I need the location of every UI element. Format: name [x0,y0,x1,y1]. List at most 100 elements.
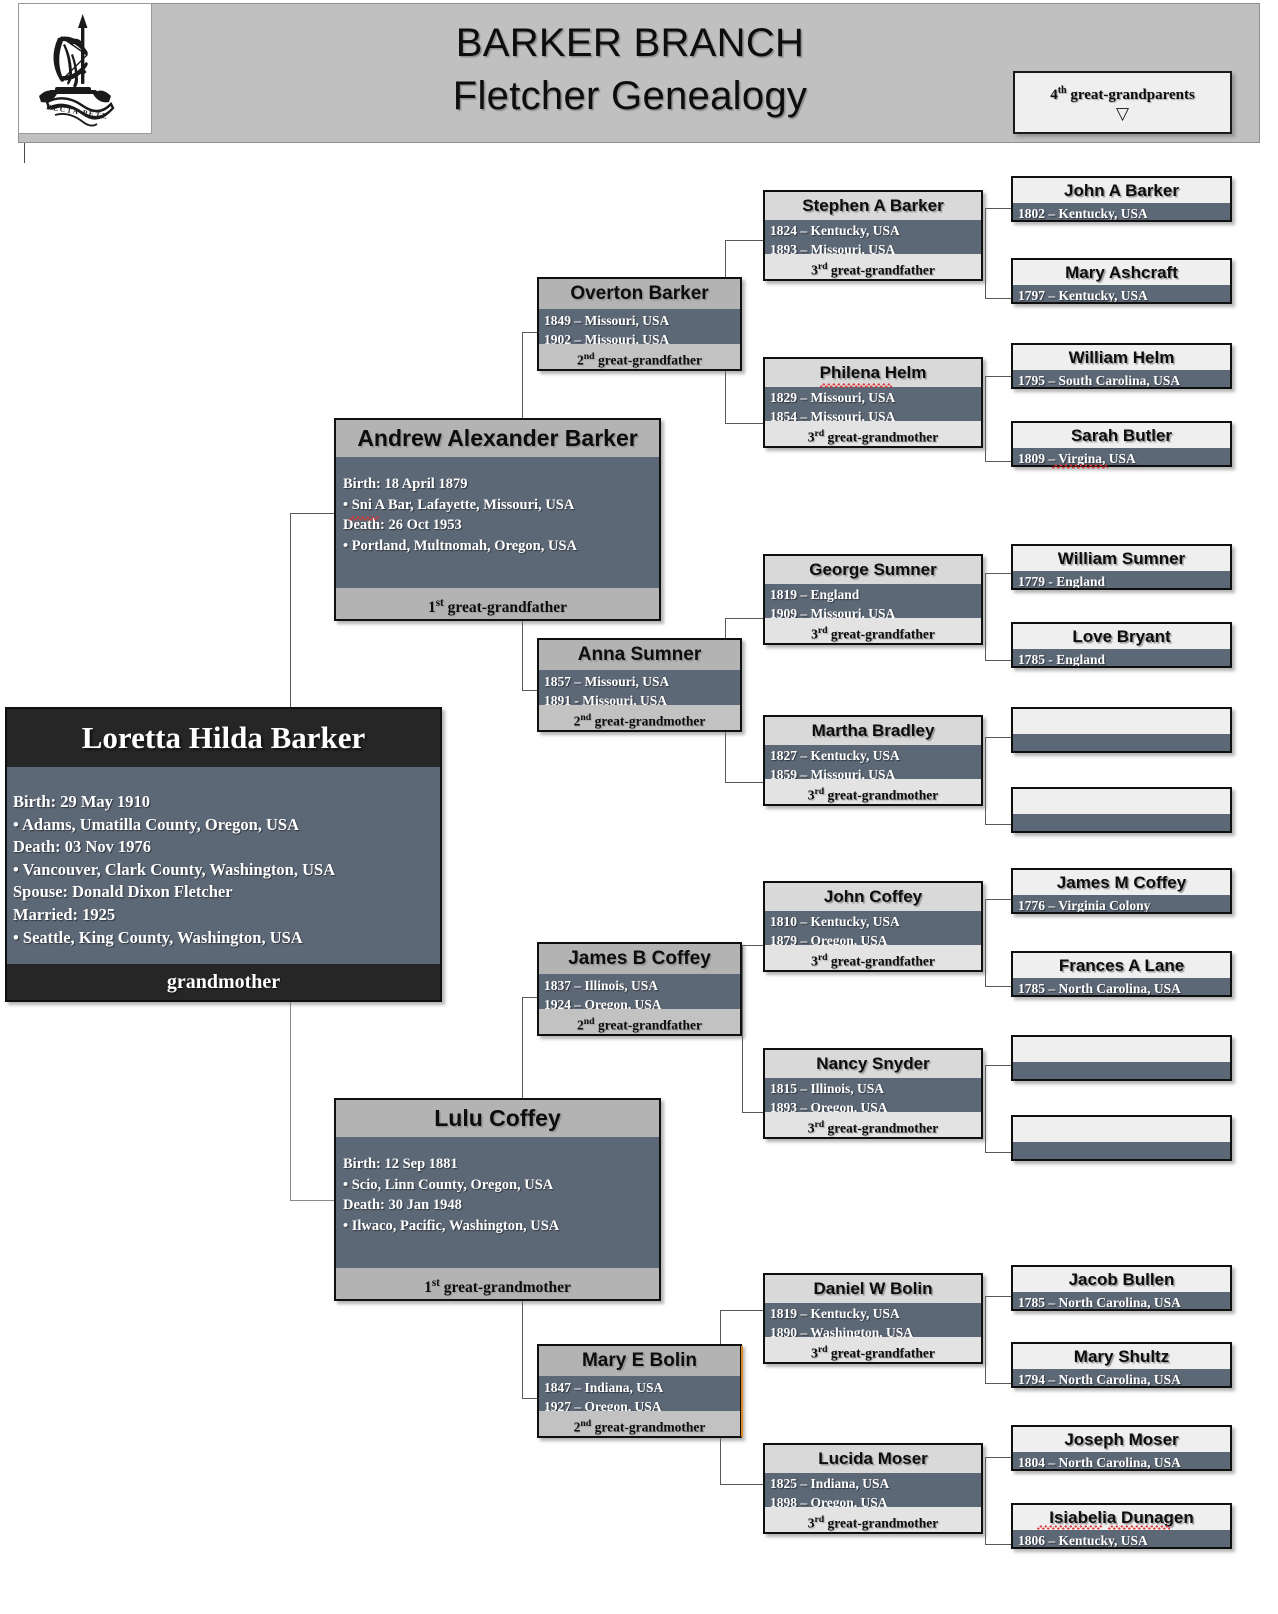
person-name: George Sumner [765,556,981,584]
birth-line: 1779 - England [1018,574,1106,589]
person-card-empty-3[interactable] [1011,1035,1232,1081]
birth-place: • Scio, Linn County, Oregon, USA [343,1176,554,1193]
generation-legend[interactable]: 4th great-grandparents ▽ [1013,71,1232,134]
title-line-2: Fletcher Genealogy [452,74,808,118]
person-details: 1837 – Illinois, USA 1924 – Oregon, USA [539,974,740,1014]
person-name: Jacob Bullen [1013,1267,1230,1292]
connector-overton-father-h [725,240,765,241]
archer-crest-icon: RECTA PETE [39,13,115,126]
birth-label: Birth: 12 Sep 1881 [343,1156,458,1172]
connector-daniel-mother-h [985,1383,1013,1384]
person-card-love-bryant[interactable]: Love Bryant 1785 - England [1011,622,1232,668]
person-card-stephen-a-barker[interactable]: Stephen A Barker 1824 – Kentucky, USA 18… [763,190,983,281]
connector-martha-father-h [985,737,1013,738]
spouse-label: Spouse: Donald Dixon Fletcher [13,882,233,902]
birth-line: 1785 – North Carolina, USA [1018,981,1181,996]
chevron-down-icon[interactable]: ▽ [1116,105,1129,122]
person-card-sarah-butler[interactable]: Sarah Butler 1809 – Virgina, USA [1011,421,1232,467]
relationship-label: 3rd great-grandfather [765,254,981,279]
death-place: • Vancouver, Clark County, Washington, U… [13,859,336,879]
person-card-frances-a-lane[interactable]: Frances A Lane 1785 – North Carolina, US… [1011,951,1232,997]
relationship-label: 2nd great-grandfather [539,344,740,369]
connector-george-mother-h [985,660,1013,661]
person-name: Overton Barker [539,279,740,309]
person-card-subject[interactable]: Loretta Hilda Barker Birth: 29 May 1910 … [5,707,442,1002]
connector-subject-mother-h [290,1200,336,1201]
connector-george-trunk-v [985,573,986,661]
person-details: 1847 – Indiana, USA 1927 – Oregon, USA [539,1376,740,1416]
person-card-james-m-coffey[interactable]: James M Coffey 1776 – Virginia Colony [1011,868,1232,914]
person-card-mary-e-bolin[interactable]: Mary E Bolin 1847 – Indiana, USA 1927 – … [537,1344,742,1438]
birth-line: 1802 – Kentucky, USA [1018,206,1148,221]
relationship-label: 3rd great-grandfather [765,618,981,643]
person-card-george-sumner[interactable]: George Sumner 1819 – England 1909 – Miss… [763,554,983,645]
person-name: Andrew Alexander Barker [336,420,659,457]
connector-philena-trunk-v [985,376,986,462]
birth-place: • Adams, Umatilla County, Oregon, USA [13,814,300,834]
spellcheck-underline-philena [820,383,892,388]
person-name: James M Coffey [1013,870,1230,895]
birth-place: • Sni A Bar, Lafayette, Missouri, USA [343,496,575,513]
connector-jamesb-trunk-v [742,945,743,1113]
person-name: Mary Ashcraft [1013,260,1230,285]
married-label: Married: 1925 [13,904,116,924]
person-name: James B Coffey [539,944,740,974]
person-card-lucida-moser[interactable]: Lucida Moser 1825 – Indiana, USA 1898 – … [763,1443,983,1534]
person-name: Daniel W Bolin [765,1275,981,1303]
birth-line [1013,1062,1230,1079]
person-card-martha-bradley[interactable]: Martha Bradley 1827 – Kentucky, USA 1859… [763,715,983,806]
connector-philena-mother-h [985,461,1013,462]
person-card-daniel-w-bolin[interactable]: Daniel W Bolin 1819 – Kentucky, USA 1890… [763,1273,983,1364]
connector-lucida-trunk-v [985,1457,986,1545]
person-card-empty-4[interactable] [1011,1115,1232,1161]
person-card-james-b-coffey[interactable]: James B Coffey 1837 – Illinois, USA 1924… [537,942,742,1036]
connector-johncoffey-trunk-v [985,899,986,987]
connector-stephen-mother-h [985,298,1013,299]
chart-title: BARKER BRANCH Fletcher Genealogy [300,6,960,134]
person-card-jacob-bullen[interactable]: Jacob Bullen 1785 – North Carolina, USA [1011,1265,1232,1311]
person-card-empty-1[interactable] [1011,707,1232,753]
person-card-andrew-alexander-barker[interactable]: Andrew Alexander Barker Birth: 18 April … [334,418,661,621]
person-details: 1849 – Missouri, USA 1902 – Missouri, US… [539,309,740,349]
person-card-john-coffey[interactable]: John Coffey 1810 – Kentucky, USA 1879 – … [763,881,983,972]
spellcheck-underline-virgina [1052,464,1108,469]
person-card-philena-helm[interactable]: Philena Helm 1829 – Missouri, USA 1854 –… [763,357,983,448]
person-name: Mary E Bolin [539,1346,740,1376]
connector-nancy-trunk-v [985,1065,986,1153]
accent-edge-mary-bolin [741,1346,743,1437]
connector-lucida-mother-h [985,1544,1013,1545]
person-name: William Sumner [1013,546,1230,571]
person-card-joseph-moser[interactable]: Joseph Moser 1804 – North Carolina, USA [1011,1425,1232,1471]
birth-line: 1857 – Missouri, USA [544,674,670,689]
birth-line [1013,1142,1230,1159]
crest-stub-line [24,143,25,163]
connector-lucida-father-h [985,1457,1013,1458]
connector-anna-mother-h [725,782,765,783]
person-card-overton-barker[interactable]: Overton Barker 1849 – Missouri, USA 1902… [537,277,742,371]
connector-daniel-trunk-v [985,1296,986,1384]
birth-line: 1785 - England [1018,652,1106,667]
person-card-william-helm[interactable]: William Helm 1795 – South Carolina, USA [1011,343,1232,389]
person-card-empty-2[interactable] [1011,787,1232,833]
connector-philena-father-h [985,376,1013,377]
relationship-label: 3rd great-grandfather [765,1337,981,1362]
relationship-label: 3rd great-grandmother [765,1507,981,1532]
birth-line [1013,814,1230,831]
spellcheck-underline-dunagen [1108,1525,1170,1530]
person-card-anna-sumner[interactable]: Anna Sumner 1857 – Missouri, USA 1891 - … [537,638,742,732]
connector-anna-father-h [725,618,765,619]
person-card-nancy-snyder[interactable]: Nancy Snyder 1815 – Illinois, USA 1893 –… [763,1048,983,1139]
connector-stephen-trunk-v [985,208,986,299]
person-card-john-a-barker[interactable]: John A Barker 1802 – Kentucky, USA [1011,176,1232,222]
birth-line: 1795 – South Carolina, USA [1018,373,1181,388]
relationship-label: 2nd great-grandmother [539,705,740,730]
person-card-lulu-coffey[interactable]: Lulu Coffey Birth: 12 Sep 1881 • Scio, L… [334,1098,661,1301]
relationship-label: 1st great-grandmother [336,1268,659,1299]
person-card-mary-ashcraft[interactable]: Mary Ashcraft 1797 – Kentucky, USA [1011,258,1232,304]
relationship-label: 3rd great-grandfather [765,945,981,970]
connector-nancy-father-h [985,1065,1013,1066]
person-card-mary-shultz[interactable]: Mary Shultz 1794 – North Carolina, USA [1011,1342,1232,1388]
person-card-william-sumner[interactable]: William Sumner 1779 - England [1011,544,1232,590]
person-name: Frances A Lane [1013,953,1230,978]
birth-label: Birth: 29 May 1910 [13,792,151,811]
